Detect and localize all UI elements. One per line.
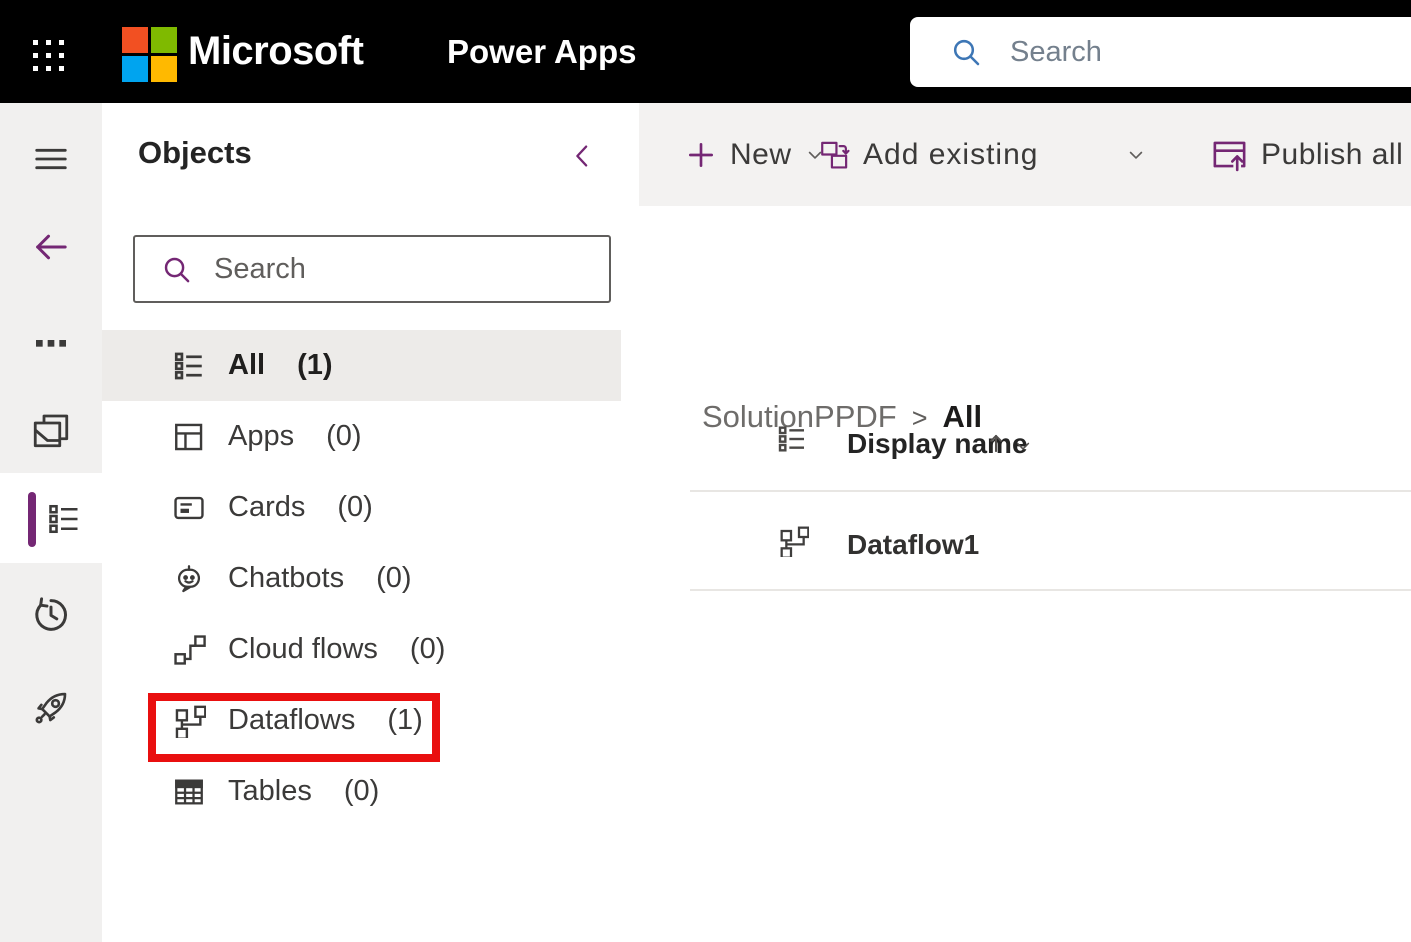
add-existing-label: Add existing: [863, 137, 1039, 171]
microsoft-logo: [122, 27, 177, 82]
card-icon: [172, 491, 206, 525]
sidebar-item-all[interactable]: All (1): [102, 330, 621, 401]
plus-icon: [685, 139, 717, 171]
item-count: (0): [376, 562, 412, 594]
item-count: (1): [297, 349, 333, 381]
power-apps-window: Microsoft Power Apps Search Objects Sear…: [0, 0, 1411, 942]
chatbot-icon: [172, 562, 206, 596]
search-icon: [950, 36, 982, 68]
object-type-list: All (1) Apps (0) Cards (0) Chatbots (0) …: [102, 330, 621, 827]
new-button[interactable]: New: [685, 103, 825, 206]
add-existing-icon: [819, 139, 850, 170]
sidebar-item-dataflows[interactable]: Dataflows (1): [102, 685, 621, 756]
column-type-icon[interactable]: [776, 423, 808, 455]
item-label: Chatbots: [228, 562, 345, 594]
cloud-flow-icon: [172, 633, 206, 667]
item-count: (0): [409, 633, 446, 665]
sidebar-item-cloud-flows[interactable]: Cloud flows (0): [102, 614, 621, 685]
sidebar-item-apps[interactable]: Apps (0): [102, 401, 621, 472]
publish-all-button[interactable]: Publish all: [1211, 103, 1403, 206]
selection-indicator: [28, 492, 36, 547]
collapse-panel-button[interactable]: [560, 133, 606, 179]
item-label: Cloud flows: [228, 633, 378, 665]
item-label: Cards: [228, 491, 306, 523]
pages-icon[interactable]: [0, 398, 102, 462]
dataflow-icon: [172, 704, 206, 738]
objects-list-icon: [46, 501, 82, 537]
chevron-down-icon: [1126, 145, 1146, 165]
app-launcher-icon[interactable]: [33, 40, 64, 71]
sidebar-item-chatbots[interactable]: Chatbots (0): [102, 543, 621, 614]
table-icon: [172, 775, 206, 809]
back-arrow-icon[interactable]: [0, 215, 102, 279]
item-label: Dataflows: [228, 704, 356, 736]
global-search-input[interactable]: [1008, 34, 1312, 70]
history-icon[interactable]: [0, 583, 102, 647]
apps-icon: [172, 420, 206, 454]
global-search-box[interactable]: [910, 17, 1411, 87]
item-label: All: [228, 349, 266, 381]
rocket-icon[interactable]: [0, 676, 102, 740]
top-bar: Microsoft Power Apps: [0, 0, 1411, 103]
brand-title: Microsoft: [188, 29, 364, 73]
product-title[interactable]: Power Apps: [447, 0, 636, 103]
panel-search-box[interactable]: [133, 235, 611, 303]
panel-title: Objects: [138, 135, 252, 170]
item-count: (0): [326, 420, 362, 452]
command-bar: New Add existing Publish all: [639, 103, 1411, 206]
new-button-label: New: [730, 137, 792, 171]
rail-item-objects-selected[interactable]: [0, 473, 102, 563]
item-count: (1): [387, 704, 423, 736]
list-icon: [172, 349, 206, 383]
item-label: Apps: [228, 420, 295, 452]
sidebar-item-cards[interactable]: Cards (0): [102, 472, 621, 543]
table-row-dataflow1[interactable]: Dataflow1: [847, 529, 979, 561]
publish-icon: [1211, 136, 1248, 173]
item-label: Tables: [228, 775, 312, 807]
table-divider: [690, 490, 1411, 492]
panel-search-input[interactable]: [212, 251, 556, 287]
item-count: (0): [337, 491, 373, 523]
search-icon: [161, 254, 192, 285]
chevron-down-icon[interactable]: [1013, 436, 1033, 456]
table-divider: [690, 589, 1411, 591]
main-content: New Add existing Publish all SolutionPPD…: [639, 103, 1411, 942]
add-existing-button[interactable]: Add existing: [819, 103, 1146, 206]
more-commands-icon[interactable]: [0, 311, 102, 375]
sort-ascending-icon: [983, 430, 1009, 456]
objects-panel: Objects Search All (1) Apps (0) Cards (0…: [102, 103, 640, 942]
dataflow-icon: [777, 525, 809, 557]
left-nav-rail: [0, 103, 103, 942]
hamburger-menu-icon[interactable]: [0, 127, 102, 191]
publish-all-label: Publish all: [1261, 137, 1404, 171]
sidebar-item-tables[interactable]: Tables (0): [102, 756, 621, 827]
item-count: (0): [343, 775, 380, 807]
